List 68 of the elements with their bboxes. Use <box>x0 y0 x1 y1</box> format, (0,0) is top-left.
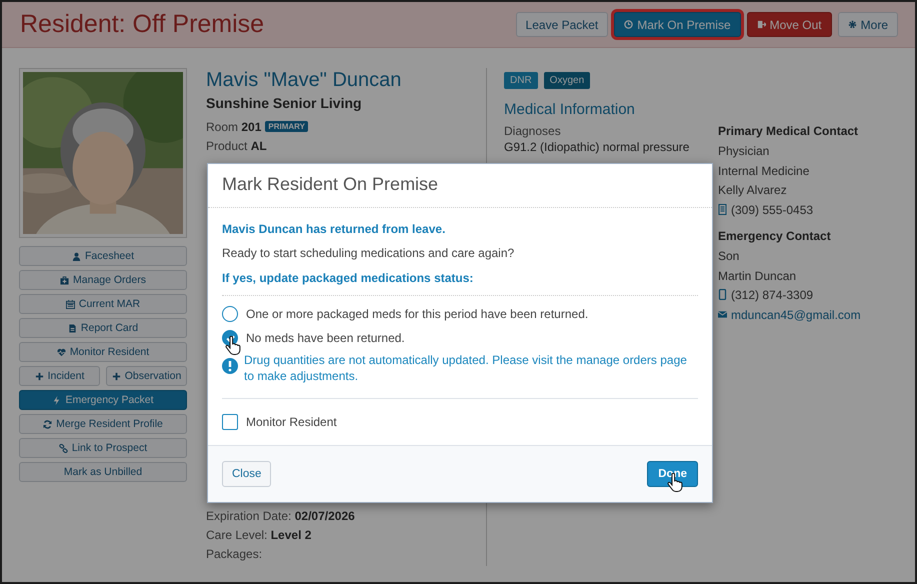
calendar-icon <box>66 300 75 308</box>
door-exit-icon <box>756 20 766 29</box>
sidebar-button[interactable]: Merge Resident Profile <box>19 414 187 434</box>
resident-name: Mavis "Mave" Duncan <box>206 68 402 92</box>
settings-icon <box>848 20 857 29</box>
pointer-cursor-icon <box>225 336 241 356</box>
contact-title: Emergency Contact <box>718 229 832 245</box>
exclamation-icon <box>222 358 238 374</box>
section-title: Medical Information <box>504 101 636 118</box>
header-button[interactable]: Leave Packet <box>516 12 608 37</box>
contact-text: Martin Duncan <box>718 268 798 284</box>
page-title: Resident: Off Premise <box>20 10 264 39</box>
sidebar-button[interactable]: Emergency Packet <box>19 390 187 410</box>
checkbox-label: Monitor Resident <box>246 415 337 429</box>
checkbox[interactable] <box>222 414 238 430</box>
dialog-title: Mark Resident On Premise <box>222 174 440 195</box>
radio-button[interactable] <box>222 306 238 322</box>
notice-text: Mavis Duncan has returned from leave. <box>222 222 446 236</box>
prompt-text: If yes, update packaged medications status: <box>222 271 698 296</box>
sidebar-button[interactable]: Manage Orders <box>19 270 187 290</box>
option-label: One or more packaged meds for this period have been returned. <box>246 307 588 321</box>
document-icon <box>68 324 77 332</box>
warning-text: Drug quantities are not automatically updated. Please visit the manage orders page to make adjustments. <box>244 352 688 384</box>
heartbeat-icon <box>56 348 66 356</box>
question-text: Ready to start scheduling medications and care again? <box>222 246 516 260</box>
contact-text: Physician <box>718 144 770 160</box>
option-label: No meds have been returned. <box>246 331 405 345</box>
envelope-icon <box>718 308 727 320</box>
field-text: Room 201 <box>206 120 262 134</box>
header-button[interactable]: Move Out <box>746 12 832 37</box>
email-link[interactable]: mduncan45@gmail.com <box>731 308 861 322</box>
phone-number: (312) 874-3309 <box>731 288 814 302</box>
phone-number: (309) 555-0453 <box>731 202 814 216</box>
contact-title: Primary Medical Contact <box>718 124 860 140</box>
contact-text: Kelly Alvarez <box>718 183 788 199</box>
sidebar-button[interactable]: Current MAR <box>19 294 187 314</box>
refresh-icon <box>43 420 52 428</box>
person-icon <box>72 252 81 260</box>
link-icon <box>58 444 68 452</box>
sidebar-button[interactable]: Incident <box>19 366 100 386</box>
contact-text: Son <box>718 249 740 265</box>
tag: Oxygen <box>544 72 590 89</box>
diagnoses-label: Diagnoses <box>504 124 562 140</box>
sidebar-button[interactable]: Monitor Resident <box>19 342 187 362</box>
sidebar-button[interactable]: Facesheet <box>19 246 187 266</box>
facility-name: Sunshine Senior Living <box>206 95 363 111</box>
mobile-phone-icon <box>718 289 727 300</box>
sidebar-button[interactable]: Observation <box>106 366 187 386</box>
clock-icon <box>624 20 634 29</box>
diagnosis-text: G91.2 (Idiopathic) normal pressure <box>504 140 690 156</box>
sidebar-button[interactable]: Link to Prospect <box>19 438 187 458</box>
room-tag: PRIMARY <box>265 121 308 132</box>
field-text: Packages: <box>206 546 262 560</box>
header-button[interactable]: More <box>838 12 898 37</box>
sidebar-button[interactable]: Mark as Unbilled <box>19 462 187 482</box>
medical-kit-icon <box>60 276 70 284</box>
tag: DNR <box>504 72 538 89</box>
close-button[interactable]: Close <box>222 461 272 487</box>
sidebar-button[interactable]: Report Card <box>19 318 187 338</box>
header-button[interactable]: Mark On Premise <box>614 12 741 37</box>
field-text: Product AL <box>206 138 267 152</box>
plus-icon <box>112 372 121 380</box>
lightning-icon <box>52 396 62 404</box>
phone-icon <box>718 204 727 214</box>
field-text: Care Level: Level 2 <box>206 528 312 542</box>
plus-icon <box>34 372 44 380</box>
field-text: Expiration Date: 02/07/2026 <box>206 508 355 522</box>
contact-text: Internal Medicine <box>718 164 810 180</box>
